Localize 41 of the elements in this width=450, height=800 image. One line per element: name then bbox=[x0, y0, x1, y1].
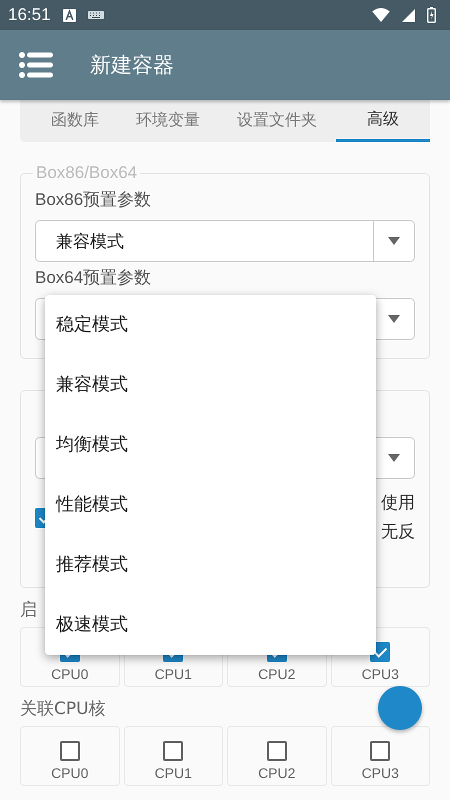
cpu-label: CPU0 bbox=[51, 666, 88, 682]
signal-icon bbox=[402, 8, 415, 22]
cpu-label: CPU2 bbox=[258, 666, 296, 682]
status-time: 16:51 bbox=[8, 5, 51, 25]
tab[interactable]: 设置文件夹 bbox=[218, 100, 336, 142]
caret-icon bbox=[388, 315, 400, 323]
wifi-icon bbox=[372, 8, 390, 22]
menu-item[interactable]: 极速模式 bbox=[45, 595, 376, 655]
menu-icon[interactable] bbox=[19, 52, 53, 78]
menu-item[interactable]: 推荐模式 bbox=[45, 535, 376, 595]
checkbox[interactable] bbox=[266, 741, 287, 761]
keyboard-icon bbox=[88, 11, 104, 19]
caret-icon bbox=[388, 237, 400, 245]
cpu-label: CPU2 bbox=[258, 765, 296, 781]
notification-icon bbox=[62, 8, 76, 22]
checkbox-label: 使用无反 bbox=[381, 492, 415, 544]
checkbox[interactable] bbox=[60, 741, 80, 761]
menu-item[interactable]: 性能模式 bbox=[45, 475, 376, 535]
field-label: Box86预置参数 bbox=[35, 189, 152, 211]
cpu-label: CPU1 bbox=[154, 666, 192, 682]
cpu-label: CPU1 bbox=[154, 765, 192, 781]
section-label: 关联CPU核 bbox=[20, 698, 106, 720]
caret-icon bbox=[388, 454, 400, 462]
cpu-label: CPU3 bbox=[362, 666, 399, 682]
tab[interactable]: 高级 bbox=[336, 100, 430, 142]
app-title: 新建容器 bbox=[90, 52, 174, 79]
menu-item[interactable]: 均衡模式 bbox=[45, 415, 376, 475]
field-label: Box64预置参数 bbox=[35, 267, 152, 289]
section-label: 启 bbox=[20, 599, 37, 621]
cpu-label: CPU3 bbox=[362, 765, 399, 781]
menu-item[interactable]: 稳定模式 bbox=[45, 295, 376, 355]
checkbox[interactable] bbox=[370, 741, 390, 761]
cpu-label: CPU0 bbox=[51, 765, 88, 781]
tab[interactable]: 环境变量 bbox=[118, 100, 218, 142]
checkbox[interactable] bbox=[163, 741, 184, 761]
menu-item[interactable]: 兼容模式 bbox=[45, 355, 376, 415]
group-legend: Box86/Box64 bbox=[33, 162, 140, 184]
tab[interactable]: 函数库 bbox=[32, 100, 118, 142]
battery-icon bbox=[427, 7, 436, 23]
floating-action-button[interactable] bbox=[378, 686, 422, 730]
dropdown-field[interactable]: 兼容模式 bbox=[35, 220, 415, 262]
